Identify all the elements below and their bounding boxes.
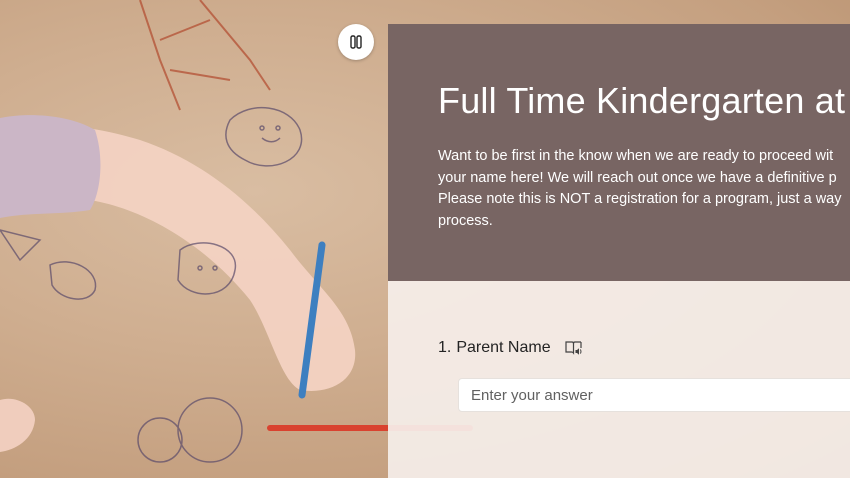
form-body: 1. Parent Name [388, 281, 850, 478]
form-description: Want to be first in the know when we are… [438, 148, 842, 229]
immersive-reader-icon[interactable] [565, 340, 583, 356]
question-1: 1. Parent Name [438, 339, 583, 357]
question-label: Parent Name [456, 339, 551, 356]
pause-icon [350, 35, 362, 49]
parent-name-input[interactable] [458, 378, 850, 412]
question-number: 1. [438, 339, 452, 356]
form-card: Full Time Kindergarten at Want to be fir… [388, 24, 850, 478]
pause-button[interactable] [338, 24, 374, 60]
form-title: Full Time Kindergarten at [438, 80, 846, 121]
form-header: Full Time Kindergarten at Want to be fir… [388, 24, 850, 281]
